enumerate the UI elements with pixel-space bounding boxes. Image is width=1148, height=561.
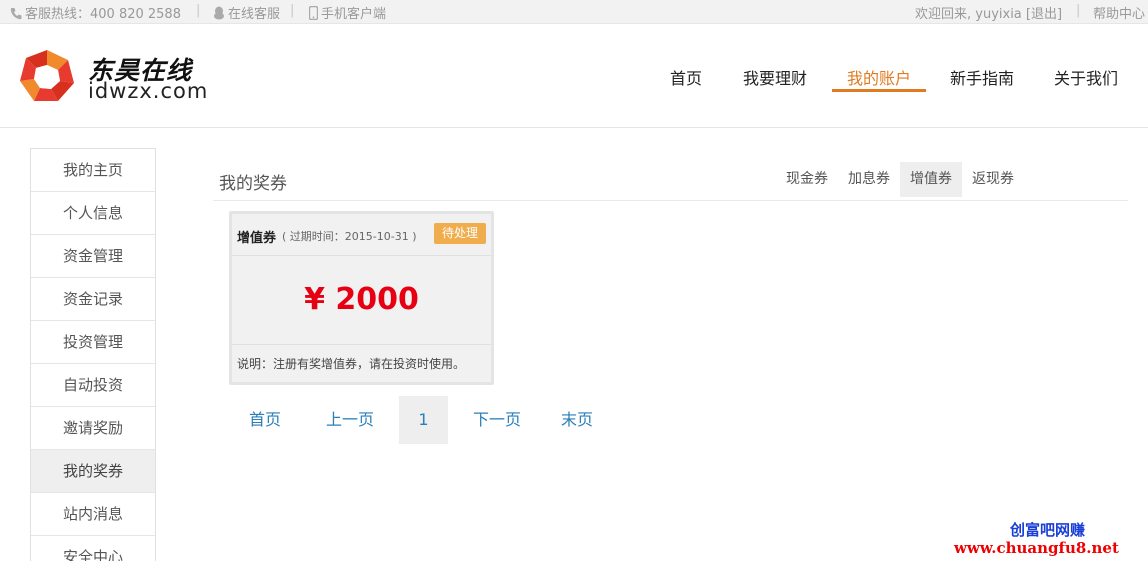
divider: | (1076, 3, 1081, 18)
mobile-phone-icon (309, 6, 318, 20)
mobile-client-link[interactable]: 手机客户端 (309, 3, 386, 22)
pager-first[interactable]: 首页 (240, 396, 290, 444)
nav-item-about[interactable]: 关于我们 (1054, 65, 1118, 89)
divider: | (290, 3, 295, 18)
sidebar-item-security[interactable]: 安全中心 (31, 536, 155, 561)
coupon-card[interactable]: 增值券 ( 过期时间：2015-10-31 ) 待处理 ¥ 2000 说明：注册… (229, 211, 494, 385)
nav-active-indicator (832, 89, 926, 92)
watermark-text: 创富吧网赚 (1010, 521, 1086, 539)
sidebar-item-profile[interactable]: 个人信息 (31, 192, 155, 235)
pager-prev[interactable]: 上一页 (320, 396, 380, 444)
coupon-expiry: ( 过期时间：2015-10-31 ) (282, 230, 417, 243)
coupon-description: 说明：注册有奖增值券，请在投资时使用。 (237, 357, 466, 371)
nav-item-home[interactable]: 首页 (670, 65, 702, 89)
tab-cash-coupon[interactable]: 现金券 (778, 162, 836, 197)
tab-value-coupon[interactable]: 增值券 (900, 162, 962, 197)
sidebar-item-home[interactable]: 我的主页 (31, 149, 155, 192)
coupon-type: 增值券 (237, 231, 277, 246)
nav-item-invest[interactable]: 我要理财 (743, 65, 807, 89)
divider (213, 200, 1128, 201)
page-title: 我的奖券 (219, 174, 287, 194)
phone-icon (10, 8, 22, 20)
top-bar: 客服热线：400 820 2588 | 在线客服 | 手机客户端 欢迎回来, y… (0, 0, 1148, 24)
pager-next[interactable]: 下一页 (467, 396, 527, 444)
mobile-client-label: 手机客户端 (321, 7, 387, 22)
coupon-amount: ¥ 2000 (304, 282, 419, 317)
sidebar-item-coupons[interactable]: 我的奖券 (31, 450, 155, 493)
divider: | (196, 3, 201, 18)
qq-icon (214, 6, 224, 20)
account-sidebar: 我的主页 个人信息 资金管理 资金记录 投资管理 自动投资 邀请奖励 我的奖券 … (30, 148, 156, 561)
tab-interest-coupon[interactable]: 加息券 (840, 162, 898, 197)
site-header: 东昊在线 idwzx.com 首页 我要理财 我的账户 新手指南 关于我们 (0, 25, 1148, 128)
sidebar-item-investments[interactable]: 投资管理 (31, 321, 155, 364)
nav-item-guide[interactable]: 新手指南 (950, 65, 1014, 89)
welcome-text[interactable]: 欢迎回来, yuyixia [退出] (915, 3, 1062, 22)
hotline-text: 客服热线：400 820 2588 (25, 7, 181, 22)
online-service-label: 在线客服 (228, 7, 281, 22)
sidebar-item-messages[interactable]: 站内消息 (31, 493, 155, 536)
online-service-link[interactable]: 在线客服 (213, 3, 280, 22)
brand-name-en[interactable]: idwzx.com (88, 79, 208, 103)
pager-last[interactable]: 末页 (554, 396, 600, 444)
watermark-url: www.chuangfu8.net (954, 539, 1119, 557)
sidebar-item-auto-invest[interactable]: 自动投资 (31, 364, 155, 407)
sidebar-item-funds[interactable]: 资金管理 (31, 235, 155, 278)
divider (232, 344, 491, 345)
help-center-link[interactable]: 帮助中心 (1093, 3, 1145, 22)
sidebar-item-fund-records[interactable]: 资金记录 (31, 278, 155, 321)
logo-icon[interactable] (18, 48, 76, 110)
coupon-header: 增值券 ( 过期时间：2015-10-31 ) 待处理 (232, 214, 491, 256)
hotline: 客服热线：400 820 2588 (10, 3, 181, 22)
pager-current-page[interactable]: 1 (399, 396, 448, 444)
tab-cashback-coupon[interactable]: 返现券 (964, 162, 1022, 197)
sidebar-item-referral[interactable]: 邀请奖励 (31, 407, 155, 450)
nav-item-my-account[interactable]: 我的账户 (847, 65, 911, 89)
status-badge: 待处理 (434, 223, 486, 244)
